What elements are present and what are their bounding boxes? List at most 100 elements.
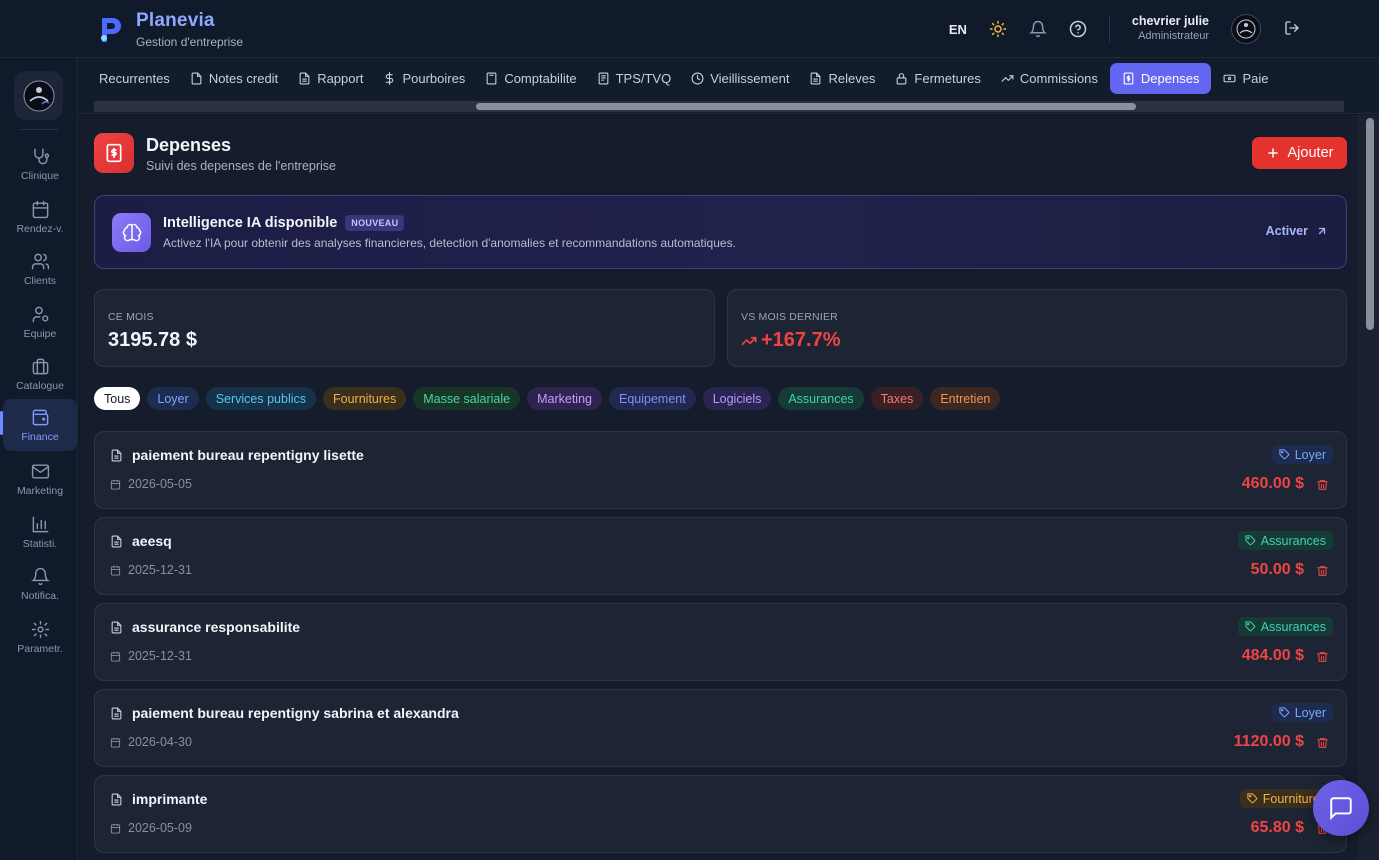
tab-depenses[interactable]: Depenses [1109, 63, 1212, 94]
tag-icon [1247, 793, 1257, 804]
sidebar-item-label: Catalogue [16, 380, 64, 392]
tabs-horizontal-scrollbar[interactable] [94, 101, 1344, 112]
filter-chip-marketing[interactable]: Marketing [527, 387, 602, 410]
filter-chip-tous[interactable]: Tous [94, 387, 141, 410]
ai-description: Activez l'IA pour obtenir des analyses f… [163, 236, 736, 250]
sidebar-item-label: Clinique [21, 170, 59, 182]
mail-icon [31, 464, 49, 479]
filter-chip-services-publics[interactable]: Services publics [205, 387, 317, 410]
help-icon[interactable] [1069, 20, 1087, 38]
document-icon [111, 449, 122, 462]
sidebar-item-marketing[interactable]: Marketing [3, 455, 77, 504]
stat-card-this-month: CE MOIS 3195.78 $ [94, 289, 715, 367]
add-expense-button[interactable]: Ajouter [1252, 137, 1347, 169]
trash-icon[interactable] [1316, 564, 1329, 578]
sidebar-item-rendez-vous[interactable]: Rendez-v. [3, 193, 77, 242]
sidebar-item-label: Rendez-v. [16, 223, 64, 235]
tab-rapport[interactable]: Rapport [290, 63, 371, 94]
chat-button[interactable] [1313, 780, 1369, 836]
trash-icon[interactable] [1316, 650, 1329, 664]
tab-label: Releves [828, 71, 876, 86]
category-label: Loyer [1294, 705, 1326, 720]
tab-releves[interactable]: Releves [801, 63, 883, 94]
expense-title: assurance responsabilite [132, 619, 301, 635]
calendar-icon [110, 823, 121, 834]
filter-chip-assurances[interactable]: Assurances [778, 387, 864, 410]
expense-amount: 65.80 $ [1250, 819, 1304, 836]
sidebar-item-finance[interactable]: Finance [0, 399, 77, 451]
scrollbar-thumb[interactable] [476, 103, 1136, 110]
tab-comptabilite[interactable]: Comptabilite [477, 63, 584, 94]
arrow-up-right-icon [1318, 227, 1326, 235]
filter-chip-loyer[interactable]: Loyer [147, 387, 199, 410]
filter-chip-equipement[interactable]: Equipement [608, 387, 696, 410]
filter-chip-masse-salariale[interactable]: Masse salariale [413, 387, 521, 410]
language-toggle[interactable]: EN [949, 22, 967, 37]
brand[interactable]: Planevia Gestion d'entreprise [96, 10, 243, 49]
sidebar-item-catalogue[interactable]: Catalogue [3, 350, 77, 399]
sun-icon[interactable] [989, 20, 1007, 38]
page-icon [94, 133, 134, 173]
header-divider [1108, 16, 1110, 42]
tab-vieillissement[interactable]: Vieillissement [683, 63, 797, 94]
logout-icon[interactable] [1284, 20, 1300, 36]
expense-date: 2026-05-05 [128, 477, 192, 491]
filter-chip-logiciels[interactable]: Logiciels [702, 387, 772, 410]
expense-date: 2026-04-30 [128, 735, 192, 749]
tab-notes-credit[interactable]: Notes credit [182, 63, 286, 94]
sidebar-item-label: Finance [21, 430, 59, 443]
filter-chip-taxes[interactable]: Taxes [870, 387, 924, 410]
tag-icon [1245, 535, 1255, 546]
receipt-dollar-icon [1123, 72, 1134, 85]
sidebar-item-statistiques[interactable]: Statisti. [3, 508, 77, 557]
sidebar-item-label: Notifica. [21, 590, 59, 602]
category-label: Assurances [1260, 533, 1326, 548]
zen-logo-icon [1236, 19, 1256, 39]
avatar[interactable] [1231, 14, 1261, 44]
lock-icon [897, 73, 907, 85]
expense-amount: 460.00 $ [1241, 475, 1304, 492]
user-info[interactable]: chevrier julie Administrateur [1132, 14, 1209, 43]
filter-chip-entretien[interactable]: Entretien [930, 387, 1001, 410]
trash-icon[interactable] [1316, 736, 1329, 750]
tab-recurrentes[interactable]: Recurrentes [91, 63, 178, 94]
activate-ai-link[interactable]: Activer [1266, 224, 1328, 238]
expense-row[interactable]: aeesq 2025-12-31 Assurances 50.00 $ [94, 517, 1347, 595]
file-icon [191, 72, 202, 85]
wallet-icon [32, 409, 48, 425]
filter-chip-fournitures[interactable]: Fournitures [323, 387, 407, 410]
tab-label: Pourboires [402, 71, 466, 86]
expense-date: 2025-12-31 [128, 563, 192, 577]
document-icon [111, 535, 122, 548]
tab-pourboires[interactable]: Pourboires [375, 63, 473, 94]
page-title: Depenses [146, 135, 232, 155]
stat-value-row: +167.7% [741, 329, 841, 352]
tab-commissions[interactable]: Commissions [993, 63, 1106, 94]
expense-row[interactable]: paiement bureau repentigny sabrina et al… [94, 689, 1347, 767]
trash-icon[interactable] [1316, 478, 1329, 492]
tab-label: TPS/TVQ [615, 71, 672, 86]
ai-icon [112, 213, 151, 252]
expense-date: 2025-12-31 [128, 649, 192, 663]
tab-paie[interactable]: Paie [1215, 63, 1276, 94]
sidebar-item-equipe[interactable]: Equipe [3, 298, 77, 347]
gear-icon [31, 620, 49, 639]
sidebar-item-notifications[interactable]: Notifica. [3, 560, 77, 609]
page-subtitle: Suivi des depenses de l'entreprise [146, 159, 337, 173]
plus-icon [1267, 148, 1278, 158]
expense-row[interactable]: paiement bureau repentigny lisette 2026-0… [94, 431, 1347, 509]
sidebar-item-parametres[interactable]: Parametr. [3, 613, 77, 662]
tab-label: Depenses [1140, 71, 1200, 86]
scrollbar-thumb[interactable] [1366, 118, 1374, 330]
bar-chart-icon [32, 516, 48, 533]
sidebar-item-clients[interactable]: Clients [3, 245, 77, 294]
expense-row[interactable]: assurance responsabilite 2025-12-31 Assura… [94, 603, 1347, 681]
sidebar-logo[interactable] [14, 71, 63, 120]
sidebar-item-clinique[interactable]: Clinique [3, 140, 77, 189]
bell-icon[interactable] [1028, 20, 1047, 38]
tab-tps-tvq[interactable]: TPS/TVQ [589, 63, 680, 94]
stat-label: CE MOIS [108, 311, 154, 323]
zen-logo-icon [23, 80, 54, 111]
tab-fermetures[interactable]: Fermetures [887, 63, 988, 94]
expense-row[interactable]: imprimante 2026-05-09 Fournitures 65.80 $ [94, 775, 1347, 853]
